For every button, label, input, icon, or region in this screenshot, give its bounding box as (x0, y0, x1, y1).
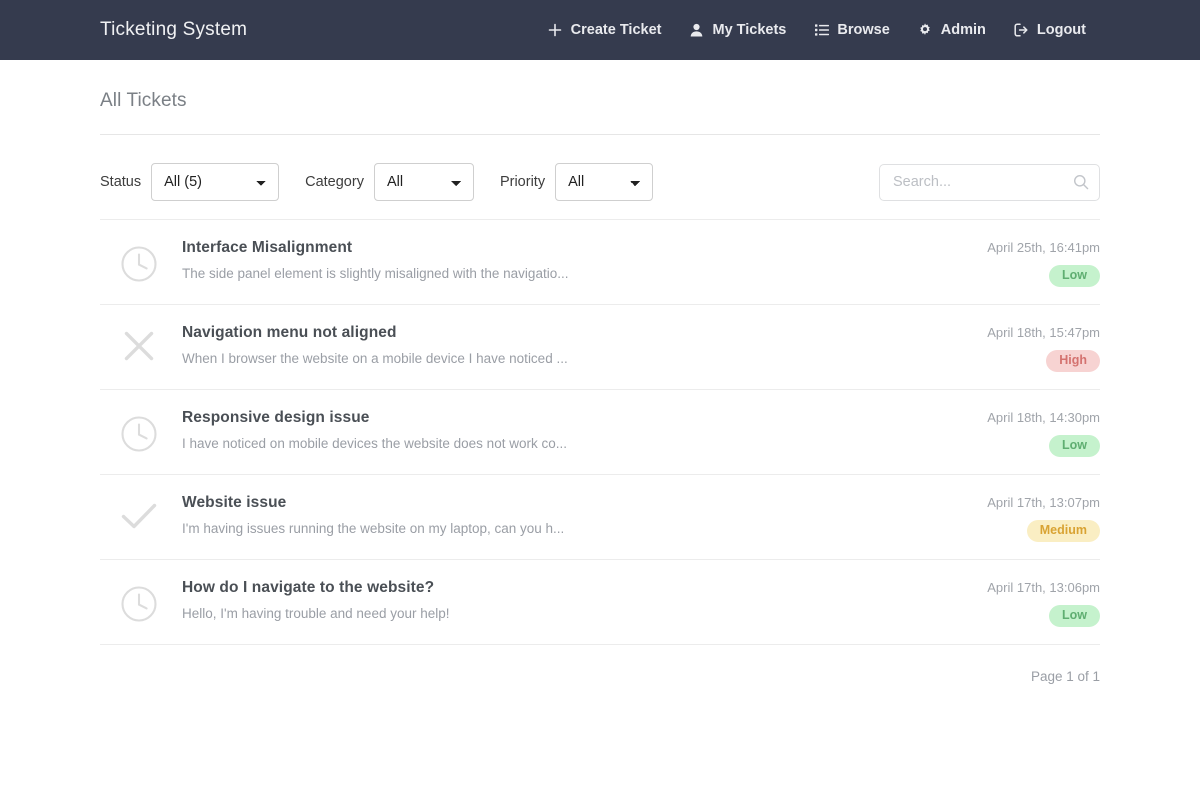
filter-category: Category All (305, 163, 474, 201)
ticket-list: Interface Misalignment The side panel el… (100, 219, 1100, 645)
ticket-meta: April 18th, 14:30pm Low (970, 408, 1100, 457)
top-navbar: Ticketing System Create Ticket My Ticket… (0, 0, 1200, 60)
filter-priority: Priority All (499, 163, 654, 201)
ticket-date: April 25th, 16:41pm (987, 240, 1100, 255)
filter-status: Status All (5) (100, 163, 280, 201)
ticket-title: Interface Misalignment (182, 239, 353, 256)
filter-bar: Status All (5) Category All Priority All (100, 135, 1100, 219)
ticket-date: April 18th, 14:30pm (987, 410, 1100, 425)
search-icon[interactable] (1073, 174, 1089, 190)
user-icon (689, 23, 704, 38)
ticket-row[interactable]: How do I navigate to the website? Hello,… (100, 559, 1100, 645)
list-icon (814, 23, 829, 38)
page-title: All Tickets (100, 90, 187, 111)
priority-select[interactable]: All (555, 163, 654, 201)
priority-badge: Medium (1026, 520, 1100, 542)
nav-logout-label: Logout (1036, 22, 1086, 38)
ticket-row[interactable]: Navigation menu not aligned When I brows… (100, 304, 1100, 389)
ticket-meta: April 25th, 16:41pm Low (970, 238, 1100, 287)
ticket-date: April 17th, 13:06pm (987, 580, 1100, 595)
priority-badge: Low (1049, 605, 1100, 627)
ticket-description: The side panel element is slightly misal… (182, 266, 569, 281)
nav-create-ticket[interactable]: Create Ticket (548, 22, 662, 38)
nav-browse[interactable]: Browse (814, 22, 890, 38)
nav-my-tickets-label: My Tickets (712, 22, 787, 38)
ticket-title: Responsive design issue (182, 409, 370, 426)
filter-status-label: Status (100, 174, 142, 190)
priority-badge: High (1046, 350, 1100, 372)
gear-icon (918, 23, 933, 38)
filter-priority-label: Priority (499, 174, 546, 190)
search-box (879, 163, 1100, 201)
ticket-body: Navigation menu not aligned When I brows… (182, 323, 970, 366)
ticket-description: Hello, I'm having trouble and need your … (182, 606, 450, 621)
page-content: All Tickets Status All (5) Category All … (0, 60, 1200, 684)
nav-logout[interactable]: Logout (1014, 22, 1086, 38)
pagination: Page 1 of 1 (1030, 669, 1100, 684)
ticket-meta: April 17th, 13:06pm Low (970, 578, 1100, 627)
nav-admin-label: Admin (940, 22, 986, 38)
ticket-row[interactable]: Interface Misalignment The side panel el… (100, 219, 1100, 304)
ticket-title: How do I navigate to the website? (182, 579, 435, 596)
clock-icon (118, 408, 160, 454)
nav-create-ticket-label: Create Ticket (570, 22, 662, 38)
ticket-body: Responsive design issue I have noticed o… (182, 408, 970, 451)
ticket-meta: April 17th, 13:07pm Medium (970, 493, 1100, 542)
ticket-date: April 17th, 13:07pm (987, 495, 1100, 510)
ticket-description: When I browser the website on a mobile d… (182, 351, 568, 366)
logout-icon (1014, 23, 1029, 38)
ticket-row[interactable]: Responsive design issue I have noticed o… (100, 389, 1100, 474)
nav-browse-label: Browse (837, 22, 890, 38)
filter-category-label: Category (305, 174, 364, 190)
app-brand-title: Ticketing System (100, 19, 248, 40)
ticket-body: How do I navigate to the website? Hello,… (182, 578, 970, 621)
nav-my-tickets[interactable]: My Tickets (689, 22, 786, 38)
ticket-description: I'm having issues running the website on… (182, 521, 565, 536)
search-input[interactable] (879, 163, 1100, 201)
ticket-body: Interface Misalignment The side panel el… (182, 238, 970, 281)
ticket-row[interactable]: Website issue I'm having issues running … (100, 474, 1100, 559)
ticket-meta: April 18th, 15:47pm High (970, 323, 1100, 372)
primary-nav: Create Ticket My Tickets Browse Admin Lo… (548, 22, 1100, 38)
ticket-description: I have noticed on mobile devices the web… (182, 436, 567, 451)
clock-icon (118, 238, 160, 284)
clock-icon (118, 578, 160, 624)
close-icon (118, 323, 160, 363)
priority-badge: Low (1049, 435, 1100, 457)
ticket-title: Navigation menu not aligned (182, 324, 397, 341)
nav-admin[interactable]: Admin (918, 22, 986, 38)
ticket-date: April 18th, 15:47pm (987, 325, 1100, 340)
status-select[interactable]: All (5) (151, 163, 280, 201)
check-icon (118, 493, 160, 533)
ticket-body: Website issue I'm having issues running … (182, 493, 970, 536)
ticket-title: Website issue (182, 494, 287, 511)
priority-badge: Low (1049, 265, 1100, 287)
category-select[interactable]: All (373, 163, 474, 201)
plus-icon (548, 23, 563, 38)
